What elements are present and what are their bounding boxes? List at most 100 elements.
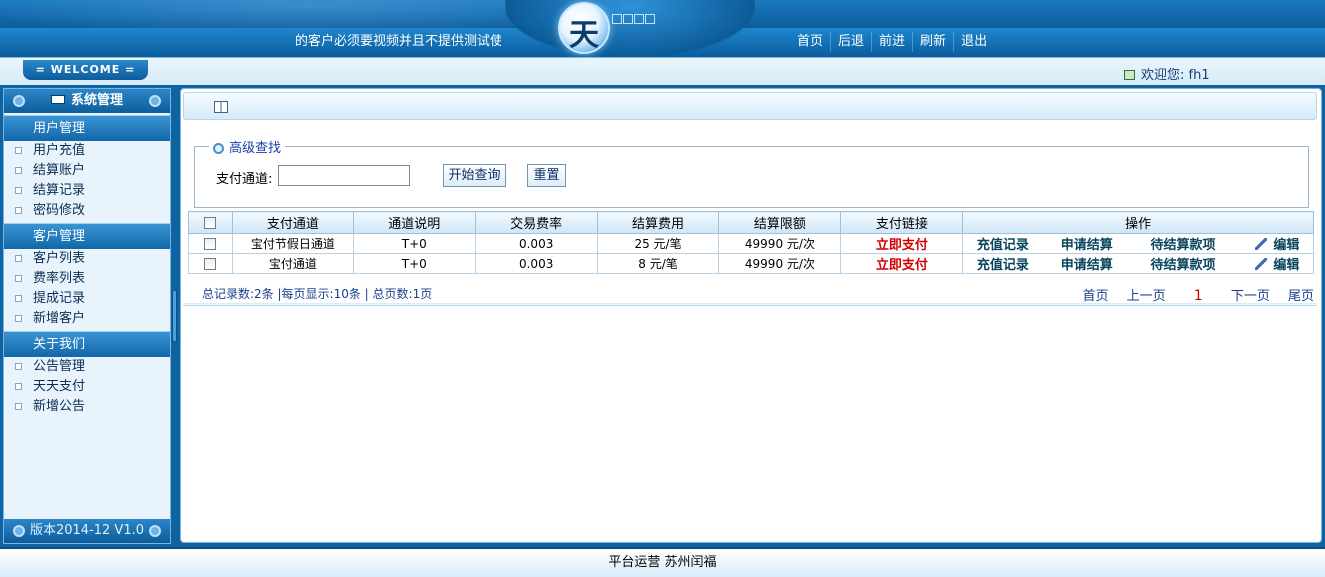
- sidebar-item-announcements[interactable]: 公告管理: [4, 357, 170, 377]
- col-fee: 结算费用: [596, 211, 720, 234]
- select-all-cell: [188, 211, 233, 234]
- select-all-checkbox[interactable]: [204, 216, 217, 229]
- sidebar-item-label: 新增公告: [33, 399, 86, 414]
- cell-limit: 49990 元/次: [718, 233, 842, 254]
- sidebar-item-customer-list[interactable]: 客户列表: [4, 249, 170, 269]
- version-label: 版本2014-12 V1.0: [29, 523, 145, 538]
- content-panel: 高级查找 支付通道: 开始查询 重置 支付通道 通道说明 交易费率 结算费用 结…: [180, 88, 1322, 543]
- apply-settlement-link[interactable]: 申请结算: [1061, 254, 1113, 273]
- pending-settlement-link[interactable]: 待结算款项: [1151, 234, 1216, 253]
- col-desc: 通道说明: [352, 211, 476, 234]
- recharge-records-link[interactable]: 充值记录: [977, 254, 1029, 273]
- logo: 天: [558, 2, 610, 54]
- apply-settlement-link[interactable]: 申请结算: [1061, 234, 1113, 253]
- cell-desc: T+0: [352, 253, 476, 274]
- cell-fee: 25 元/笔: [596, 233, 720, 254]
- row-checkbox[interactable]: [204, 258, 217, 270]
- first-page-link[interactable]: 首页: [1082, 289, 1108, 304]
- sidebar-item-rate-list[interactable]: 费率列表: [4, 269, 170, 289]
- nav-refresh[interactable]: 刷新: [912, 32, 953, 52]
- greeting-text: 欢迎您: fh1: [1141, 68, 1210, 83]
- last-page-link[interactable]: 尾页: [1288, 289, 1314, 304]
- sidebar-item-settlement-account[interactable]: 结算账户: [4, 161, 170, 181]
- pencil-icon: [1255, 258, 1268, 270]
- cell-actions: 充值记录 申请结算 待结算款项 编辑: [962, 233, 1314, 254]
- edit-label: 编辑: [1273, 238, 1300, 253]
- logo-mini-icon: [612, 14, 656, 24]
- row-checkbox[interactable]: [204, 238, 217, 250]
- table-header: 支付通道 通道说明 交易费率 结算费用 结算限额 支付链接 操作: [188, 211, 1314, 234]
- pagination-links: 首页 上一页 1 下一页 尾页: [1068, 285, 1314, 304]
- bullet-icon: [15, 147, 22, 154]
- sidebar-group-customer[interactable]: 客户管理: [4, 223, 170, 249]
- cell-actions: 充值记录 申请结算 待结算款项 编辑: [962, 253, 1314, 274]
- bullet-icon: [15, 207, 22, 214]
- pay-now-link[interactable]: 立即支付: [876, 258, 928, 273]
- sidebar-item-tiantian-pay[interactable]: 天天支付: [4, 377, 170, 397]
- edit-link[interactable]: 编辑: [1255, 254, 1299, 273]
- sidebar-group-about[interactable]: 关于我们: [4, 331, 170, 357]
- prev-page-link[interactable]: 上一页: [1127, 289, 1166, 304]
- edit-link[interactable]: 编辑: [1255, 234, 1299, 253]
- sidebar-group-user[interactable]: 用户管理: [4, 115, 170, 141]
- logo-char: 天: [569, 18, 599, 53]
- sidebar-item-label: 结算账户: [33, 163, 86, 178]
- table-row: 宝付节假日通道 T+0 0.003 25 元/笔 49990 元/次 立即支付 …: [188, 233, 1314, 254]
- version-footer: 版本2014-12 V1.0: [4, 519, 170, 543]
- sidebar-item-settlement-records[interactable]: 结算记录: [4, 181, 170, 201]
- sidebar-item-change-password[interactable]: 密码修改: [4, 201, 170, 221]
- circle-icon: [149, 525, 161, 537]
- nav-forward[interactable]: 前进: [871, 32, 912, 52]
- bullet-icon: [15, 403, 22, 410]
- sidebar-item-user-recharge[interactable]: 用户充值: [4, 141, 170, 161]
- sidebar-toggle-handle[interactable]: [172, 290, 177, 342]
- user-icon: [1124, 70, 1135, 80]
- channel-input[interactable]: [278, 165, 410, 186]
- pagination: 总记录数:2条 |每页显示:10条 | 总页数:1页 首页 上一页 1 下一页 …: [194, 283, 1314, 304]
- bullet-icon: [15, 167, 22, 174]
- pay-now-link[interactable]: 立即支付: [876, 238, 928, 253]
- sidebar-item-label: 费率列表: [33, 271, 86, 286]
- sidebar-item-label: 密码修改: [33, 203, 86, 218]
- sidebar-item-label: 公告管理: [33, 359, 86, 374]
- sidebar-item-label: 结算记录: [33, 183, 86, 198]
- query-button[interactable]: 开始查询: [443, 164, 506, 187]
- pending-settlement-link[interactable]: 待结算款项: [1151, 254, 1216, 273]
- monitor-icon: [50, 95, 65, 104]
- page-icon: [214, 101, 228, 113]
- advanced-search-title: 高级查找: [229, 141, 282, 156]
- circle-icon: [13, 525, 25, 537]
- circle-icon: [13, 95, 25, 107]
- marquee-notice: 的客户必须要视频并且不提供测试使: [295, 34, 501, 49]
- sidebar-item-add-announcement[interactable]: 新增公告: [4, 397, 170, 417]
- circle-icon: [149, 95, 161, 107]
- nav-logout[interactable]: 退出: [953, 32, 994, 52]
- bullet-icon: [15, 363, 22, 370]
- recharge-records-link[interactable]: 充值记录: [977, 234, 1029, 253]
- row-select-cell: [188, 253, 233, 274]
- col-actions: 操作: [962, 211, 1314, 234]
- pagination-divider: [183, 303, 1317, 306]
- cell-pay-link: 立即支付: [840, 253, 964, 274]
- welcome-badge: = WELCOME =: [23, 60, 148, 80]
- cell-fee: 8 元/笔: [596, 253, 720, 274]
- current-page: 1: [1193, 288, 1203, 304]
- sidebar-item-commission-records[interactable]: 提成记录: [4, 289, 170, 309]
- sidebar-item-add-customer[interactable]: 新增客户: [4, 309, 170, 329]
- sidebar-title-label: 系统管理: [70, 93, 123, 108]
- col-pay-link: 支付链接: [840, 211, 964, 234]
- bullet-icon: [15, 315, 22, 322]
- user-greeting: 欢迎您: fh1: [1124, 64, 1210, 83]
- col-limit: 结算限额: [718, 211, 842, 234]
- sidebar-item-label: 新增客户: [33, 311, 86, 326]
- footer: 平台运营 苏州闰福: [0, 547, 1325, 577]
- bullet-icon: [15, 383, 22, 390]
- reset-button[interactable]: 重置: [527, 164, 566, 187]
- sidebar: 系统管理 用户管理 用户充值 结算账户 结算记录 密码修改 客户管理 客户列表 …: [3, 88, 171, 544]
- advanced-search-legend: 高级查找: [209, 137, 285, 156]
- cell-rate: 0.003: [474, 253, 598, 274]
- nav-back[interactable]: 后退: [830, 32, 871, 52]
- next-page-link[interactable]: 下一页: [1231, 289, 1270, 304]
- sidebar-item-label: 客户列表: [33, 251, 86, 266]
- nav-home[interactable]: 首页: [790, 32, 830, 52]
